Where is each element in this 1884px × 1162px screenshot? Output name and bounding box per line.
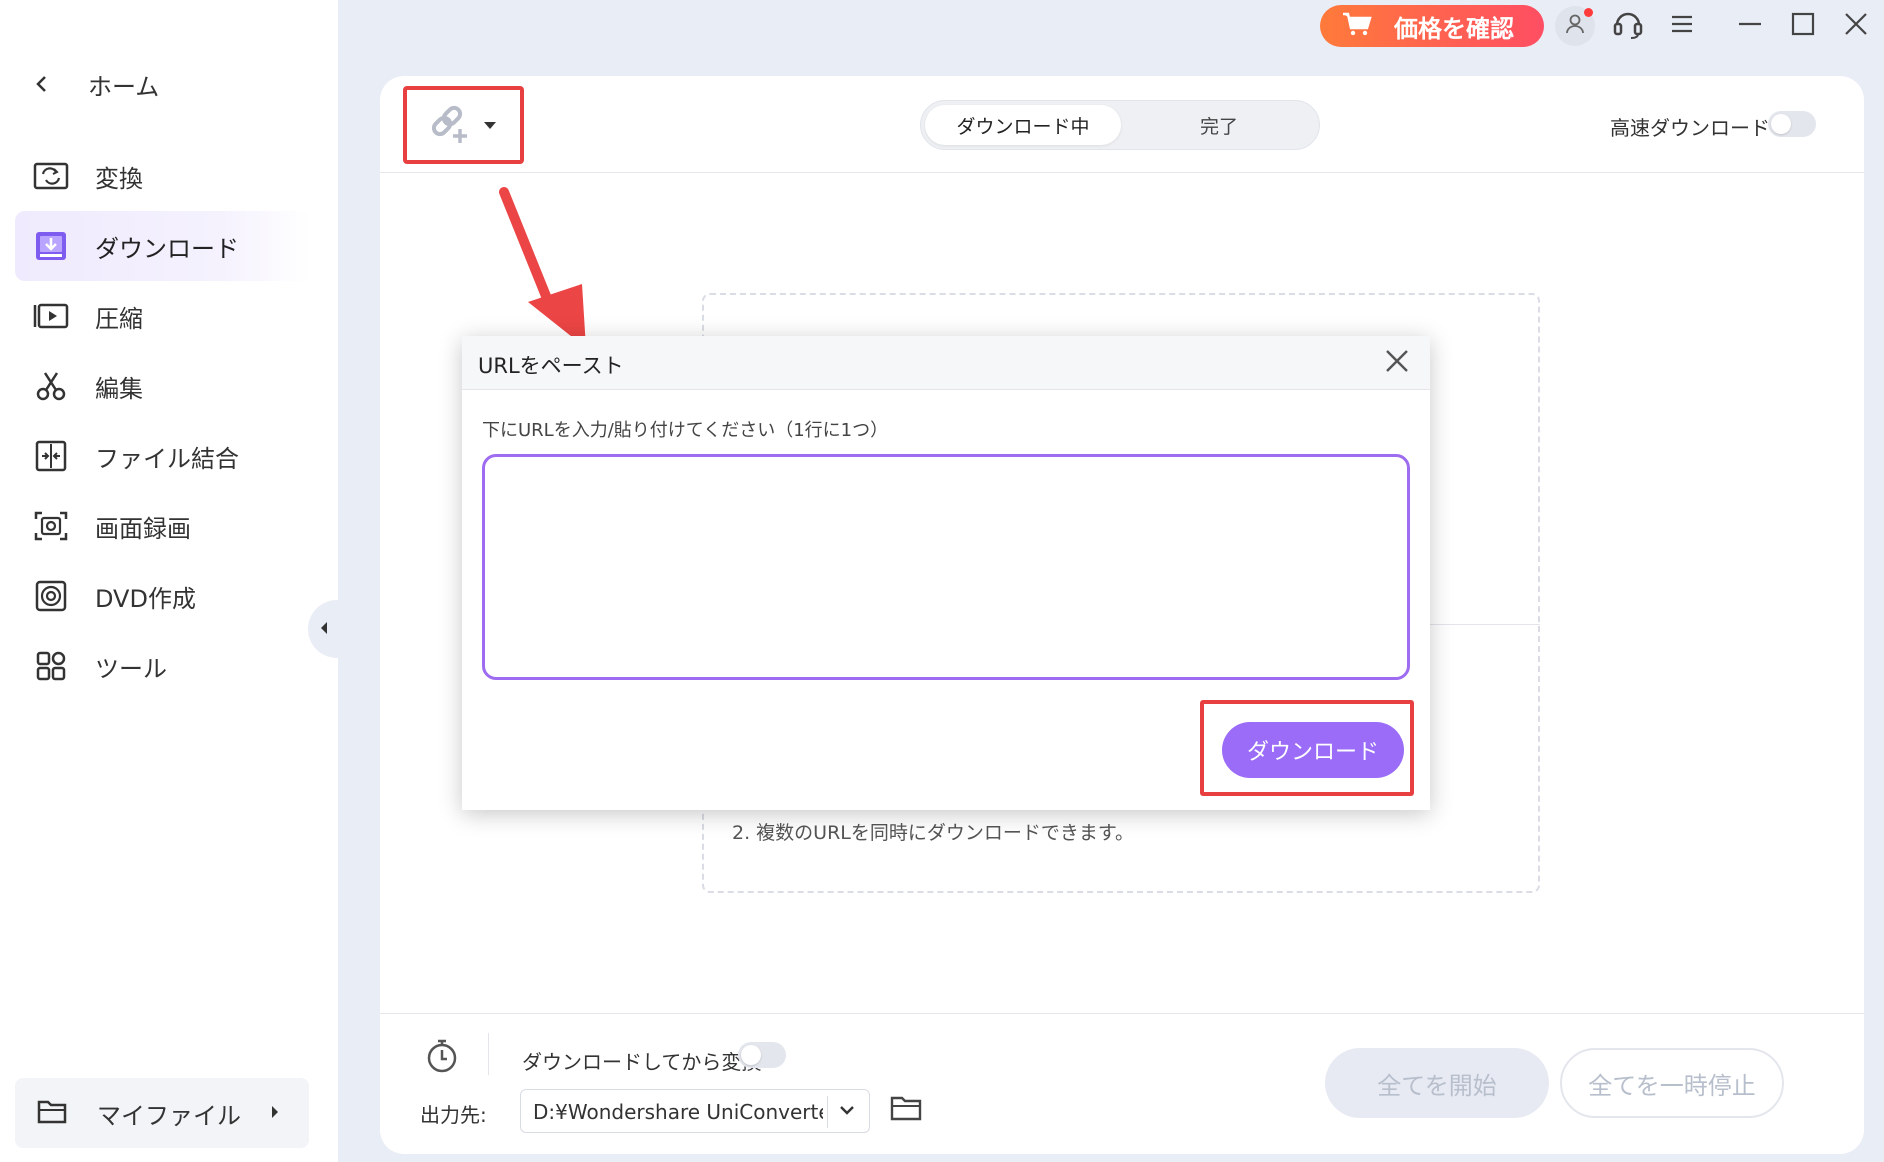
menu-button[interactable] [1662,6,1702,46]
footer-divider [380,1013,1864,1014]
dialog-hint: 下にURLを入力/貼り付けてください（1行に1つ） [482,420,889,441]
close-window-button[interactable] [1836,6,1876,46]
convert-icon [33,158,69,194]
tab-completed[interactable]: 完了 [1121,105,1317,145]
convert-after-label: ダウンロードしてから変換 [522,1050,762,1074]
pause-all-button[interactable]: 全てを一時停止 [1560,1048,1784,1118]
chevron-down-icon[interactable] [483,116,497,135]
sidebar: ホーム 変換 ダウンロード 圧縮 編集 ファイル結合 画面録画 DVD作成 ツー… [0,0,338,1162]
close-icon [1385,349,1409,377]
home-label: ホーム [88,72,160,101]
convert-after-toggle[interactable] [738,1042,786,1068]
dialog-close-button[interactable] [1382,348,1412,378]
cart-icon [1342,12,1372,40]
sidebar-item-dvd[interactable]: DVD作成 [15,561,311,631]
annotation-arrow-icon [490,186,600,360]
sidebar-item-label: ファイル結合 [95,444,239,473]
account-icon [1564,13,1586,39]
merge-icon [33,438,69,474]
drop-zone-divider [1426,624,1540,625]
folder-icon [37,1098,67,1128]
drop-zone-tip: 2. 複数のURLを同時にダウンロードできます。 [732,822,1134,844]
open-folder-button[interactable] [890,1094,922,1126]
sidebar-item-convert[interactable]: 変換 [15,141,311,211]
download-icon [33,228,69,264]
sidebar-item-label: 圧縮 [95,304,143,333]
timer-icon [424,1039,460,1078]
toolbar-divider [380,172,1864,173]
support-button[interactable] [1608,6,1648,46]
dialog-header: URLをペースト [462,336,1430,390]
add-url-button[interactable] [403,86,524,164]
sidebar-item-label: 編集 [95,374,143,403]
output-path-value: D:¥Wondershare UniConverter 1 [533,1100,823,1124]
sidebar-item-label: ツール [95,654,167,683]
output-label: 出力先: [420,1103,487,1127]
paste-url-dialog: URLをペースト 下にURLを入力/貼り付けてください（1行に1つ） ダウンロー… [462,336,1430,810]
download-status-tabs: ダウンロード中 完了 [920,100,1320,150]
sidebar-item-edit[interactable]: 編集 [15,351,311,421]
folder-icon [890,1096,922,1126]
sidebar-item-label: 画面録画 [95,514,191,543]
sidebar-item-screen-record[interactable]: 画面録画 [15,491,311,561]
scissors-icon [33,368,69,404]
sidebar-nav: 変換 ダウンロード 圧縮 編集 ファイル結合 画面録画 DVD作成 ツール [15,141,311,701]
chevron-right-icon [269,1103,281,1125]
toggle-knob [1771,114,1791,134]
download-button[interactable]: ダウンロード [1222,722,1404,778]
sidebar-item-tools[interactable]: ツール [15,631,311,701]
toggle-knob [741,1045,761,1065]
screen-record-icon [33,508,69,544]
dvd-icon [33,578,69,614]
start-all-button[interactable]: 全てを開始 [1325,1048,1549,1118]
check-price-label: 価格を確認 [1394,14,1514,43]
minimize-icon [1738,12,1762,40]
maximize-button[interactable] [1783,6,1823,46]
sidebar-item-label: ダウンロード [95,234,239,263]
sidebar-item-download[interactable]: ダウンロード [15,211,311,281]
sidebar-item-compress[interactable]: 圧縮 [15,281,311,351]
menu-icon [1670,14,1694,38]
tab-downloading[interactable]: ダウンロード中 [925,105,1121,145]
chevron-left-icon [319,620,329,639]
my-files-label: マイファイル [97,1101,241,1130]
minimize-button[interactable] [1730,6,1770,46]
timer-button[interactable] [424,1038,460,1074]
footer-separator [488,1033,489,1075]
output-path-select[interactable]: D:¥Wondershare UniConverter 1 [520,1089,870,1133]
tools-icon [33,648,69,684]
account-button[interactable] [1555,6,1595,46]
home-link[interactable]: ホーム [30,64,159,104]
sidebar-item-merge[interactable]: ファイル結合 [15,421,311,491]
link-add-icon [427,101,471,149]
high-speed-toggle[interactable] [1768,111,1816,137]
sidebar-item-label: 変換 [95,164,143,193]
notification-dot [1584,8,1593,17]
close-icon [1844,12,1868,40]
dialog-title: URLをペースト [478,354,624,378]
support-icon [1611,7,1645,45]
check-price-button[interactable]: 価格を確認 [1320,5,1544,47]
sidebar-item-label: DVD作成 [95,584,196,613]
select-divider [827,1096,828,1128]
compress-icon [33,298,69,334]
url-input[interactable] [482,454,1410,680]
chevron-down-icon[interactable] [839,1102,855,1122]
maximize-icon [1791,12,1815,40]
high-speed-label: 高速ダウンロード [1610,116,1770,140]
my-files-button[interactable]: マイファイル [15,1078,309,1148]
chevron-left-icon [30,72,54,96]
